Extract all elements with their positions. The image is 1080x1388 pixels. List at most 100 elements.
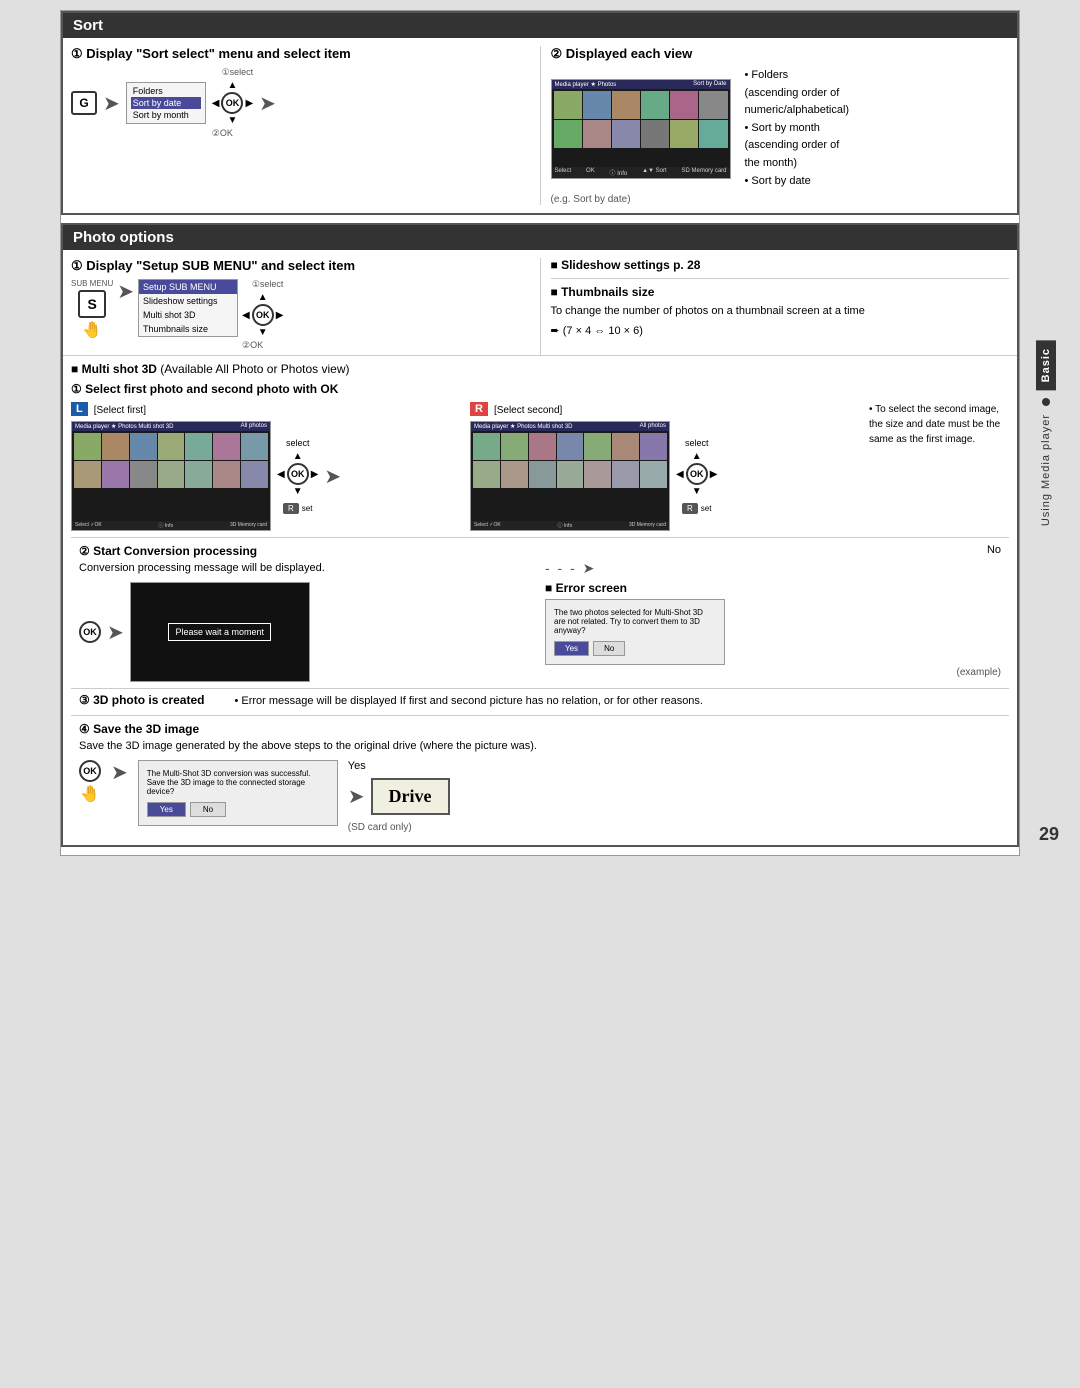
conversion-controls: OK ➤ Please wait a moment <box>79 582 535 682</box>
pc2 <box>102 433 129 460</box>
page-wrapper: Sort ① Display "Sort select" menu and se… <box>60 10 1020 856</box>
second-select-text: select <box>685 438 709 448</box>
g-icon: G <box>71 91 97 115</box>
error-no-btn[interactable]: No <box>593 641 625 656</box>
s-icon-area: SUB MENU S 🤚 <box>71 279 113 340</box>
grid-all-1: All photos <box>241 423 267 430</box>
screen-title: Media player ★ Photos <box>555 81 617 88</box>
s-up[interactable]: ▲ <box>692 451 702 462</box>
sort-step2-title: ② Displayed each view <box>551 46 1010 62</box>
no-label: No <box>545 544 1001 556</box>
grid-footer-2: Select ✓OK ⓘ Info 3D Memory card <box>471 521 669 530</box>
thumbnails-desc: To change the number of photos on a thum… <box>551 303 1010 320</box>
f-ok[interactable]: OK <box>287 463 309 485</box>
set-label2: set <box>701 504 712 513</box>
screen-sort: Sort by Date <box>693 81 726 88</box>
menu-sort-month[interactable]: Sort by month <box>131 109 201 121</box>
left-arrow-icon[interactable]: ◀ <box>212 98 220 109</box>
sort-menu-box: Folders Sort by date Sort by month <box>126 82 206 124</box>
save-row: OK 🤚 ➤ The Multi-Shot 3D conversion was … <box>79 760 1001 833</box>
s-ok[interactable]: OK <box>686 463 708 485</box>
thumb-4 <box>641 91 669 119</box>
first-arrow: ➤ <box>324 464 341 489</box>
s-down[interactable]: ▼ <box>692 486 702 497</box>
setup-sub-menu-item[interactable]: Setup SUB MENU <box>139 280 237 294</box>
thumbnails-size-item[interactable]: Thumbnails size <box>139 322 237 336</box>
select-second-label: [Select second] <box>494 405 562 416</box>
r-set-area2: R set <box>682 503 711 514</box>
f-down[interactable]: ▼ <box>293 486 303 497</box>
pc2-5 <box>584 433 611 460</box>
save-yes-btn[interactable]: Yes <box>147 802 186 817</box>
photo-right-arrow[interactable]: ▶ <box>276 310 284 321</box>
pc14 <box>241 461 268 488</box>
photo-up-arrow[interactable]: ▲ <box>258 292 268 303</box>
photo-down-arrow[interactable]: ▼ <box>258 327 268 338</box>
multi-shot-section: ■ Multi shot 3D (Available All Photo or … <box>63 355 1017 845</box>
error-yes-btn[interactable]: Yes <box>554 641 589 656</box>
three-d-section: ③ 3D photo is created • Error message wi… <box>71 688 1009 715</box>
pc2-14 <box>640 461 667 488</box>
page-number: 29 <box>1039 824 1059 845</box>
multi-shot-3d-item[interactable]: Multi shot 3D <box>139 308 237 322</box>
screen-grid <box>552 89 730 150</box>
pc2-3 <box>529 433 556 460</box>
save-no-btn[interactable]: No <box>190 802 226 817</box>
right-arrow-icon[interactable]: ▶ <box>245 98 253 109</box>
gf1-info: ⓘ Info <box>159 522 174 529</box>
photo-cells-2 <box>471 431 669 490</box>
eg-label: (e.g. Sort by date) <box>551 194 1010 205</box>
grid-header-2: Media player ★ Photos Multi shot 3D All … <box>471 422 669 431</box>
thumb-7 <box>554 120 582 148</box>
ok-remote: ▲ ◀ OK ▶ ▼ <box>212 80 253 126</box>
thumb-3 <box>612 91 640 119</box>
conv-ok[interactable]: OK <box>79 621 101 643</box>
select-label: ①select <box>222 67 254 78</box>
photo-ok-area: ①select ▲ ◀ OK ▶ ▼ ②OK <box>242 279 283 351</box>
thumb-1 <box>554 91 582 119</box>
select-first-item: L [Select first] Media player ★ Photos M… <box>71 402 450 531</box>
photo-right: ■ Slideshow settings p. 28 ■ Thumbnails … <box>540 258 1010 355</box>
step4-desc: Save the 3D image generated by the above… <box>79 740 1001 752</box>
photo-ok-button[interactable]: OK <box>252 304 274 326</box>
photo-left-arrow[interactable]: ◀ <box>242 310 250 321</box>
f-left[interactable]: ◀ <box>277 469 285 480</box>
thumbnails-info: To change the number of photos on a thum… <box>551 303 1010 339</box>
sort-step2: ② Displayed each view Media player ★ Pho… <box>540 46 1010 205</box>
s-right[interactable]: ▶ <box>710 469 718 480</box>
sort-step1-content: G ➤ Folders Sort by date Sort by month ①… <box>71 67 530 139</box>
s-left[interactable]: ◀ <box>676 469 684 480</box>
f-up[interactable]: ▲ <box>293 451 303 462</box>
save-ok[interactable]: OK <box>79 760 101 782</box>
basic-tab[interactable]: Basic <box>1036 340 1056 390</box>
save-drive-area: Yes ➤ Drive (SD card only) <box>348 760 450 833</box>
slideshow-settings-item[interactable]: Slideshow settings <box>139 294 237 308</box>
grid-all-2: All photos <box>640 423 666 430</box>
step2-title: ② Start Conversion processing <box>79 544 535 558</box>
thumb-10 <box>641 120 669 148</box>
menu-sort-date[interactable]: Sort by date <box>131 97 201 109</box>
photo-row1: ① Display "Setup SUB MENU" and select it… <box>63 250 1017 355</box>
down-arrow-icon[interactable]: ▼ <box>228 115 238 126</box>
pc10 <box>130 461 157 488</box>
pc2-2 <box>501 433 528 460</box>
sub-menu-label: SUB MENU <box>71 279 113 288</box>
error-detail: • Error message will be displayed If fir… <box>234 693 1001 711</box>
f-right[interactable]: ▶ <box>311 469 319 480</box>
ok-remote-area: ①select ▲ ◀ OK ▶ ▼ ②OK <box>212 67 253 139</box>
up-arrow-icon[interactable]: ▲ <box>228 80 238 91</box>
sidebar-dot <box>1042 398 1050 406</box>
menu-folders[interactable]: Folders <box>131 85 201 97</box>
sub-menu-area: SUB MENU S 🤚 ➤ Setup SUB MENU Slideshow … <box>71 279 530 351</box>
screen-footer: Select OK ⓘ Info ▲▼ Sort SD Memory card <box>552 167 730 178</box>
pc9 <box>102 461 129 488</box>
ok-button[interactable]: OK <box>221 92 243 114</box>
sort-step1: ① Display "Sort select" menu and select … <box>71 46 530 205</box>
footer-ok: OK <box>586 168 595 177</box>
select-second-controls: Media player ★ Photos Multi shot 3D All … <box>470 421 849 531</box>
three-d-row: ③ 3D photo is created • Error message wi… <box>79 693 1001 711</box>
second-photo-grid: Media player ★ Photos Multi shot 3D All … <box>470 421 670 531</box>
gf1-3d: 3D Memory card <box>230 522 267 529</box>
example-label: (example) <box>545 667 1001 678</box>
bullet-month: Sort by month(ascending order ofthe mont… <box>745 120 850 173</box>
